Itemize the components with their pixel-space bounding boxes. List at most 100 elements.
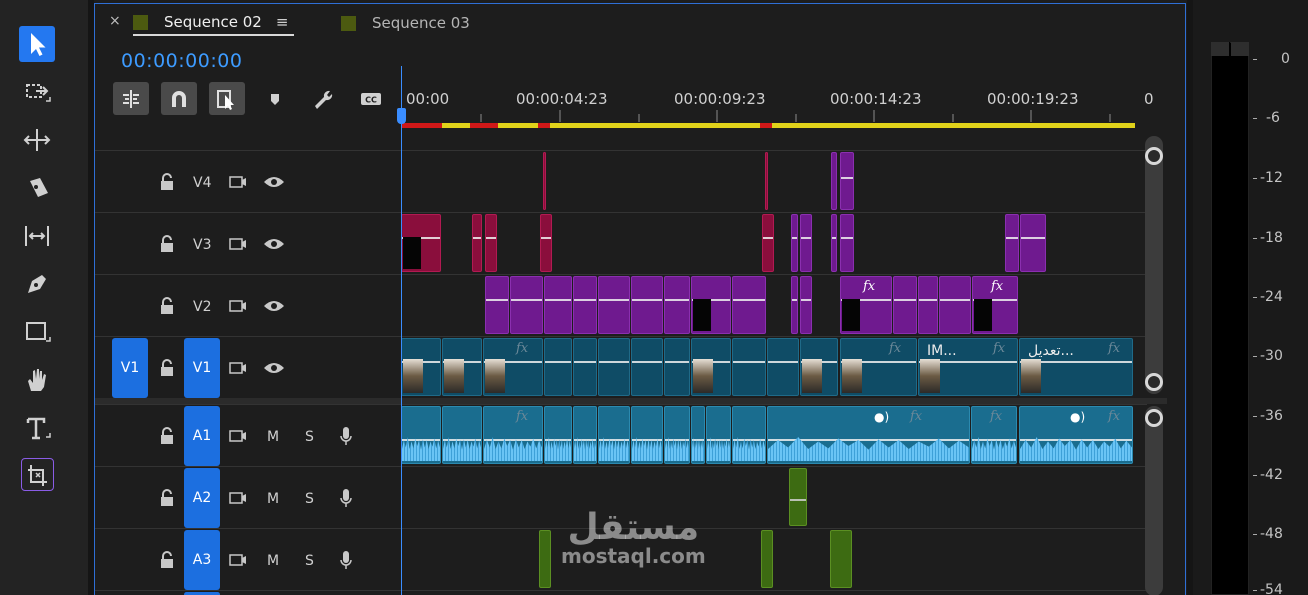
microphone-icon[interactable] xyxy=(339,488,353,508)
lock-icon[interactable] xyxy=(159,426,175,445)
hand-tool-icon[interactable] xyxy=(19,362,55,398)
scrollbar-handle-top[interactable] xyxy=(1145,409,1163,427)
insert-as-nest-button[interactable] xyxy=(113,82,149,115)
sync-lock-icon[interactable] xyxy=(229,299,247,313)
clip-v1[interactable] xyxy=(598,338,630,396)
eye-icon[interactable] xyxy=(263,361,285,375)
clip-v2[interactable] xyxy=(791,276,798,334)
clip-v2[interactable]: fx xyxy=(840,276,892,334)
clip-a1[interactable] xyxy=(664,406,690,464)
solo-button[interactable]: S xyxy=(305,429,314,445)
clip-v3[interactable] xyxy=(840,214,854,272)
clip-v1[interactable]: fx xyxy=(840,338,917,396)
solo-button[interactable]: S xyxy=(305,491,314,507)
clip-v3[interactable] xyxy=(485,214,497,272)
lock-icon[interactable] xyxy=(159,488,175,507)
track-target-v1[interactable]: V1 xyxy=(184,338,220,398)
mute-button[interactable]: M xyxy=(267,553,279,569)
clip-v1[interactable] xyxy=(573,338,597,396)
clip-v3[interactable] xyxy=(762,214,774,272)
clip-a3[interactable] xyxy=(761,530,773,588)
source-patch-v1[interactable]: V1 xyxy=(112,338,148,398)
clip-v2[interactable] xyxy=(510,276,543,334)
clip-a1[interactable] xyxy=(732,406,766,464)
type-tool-icon[interactable] xyxy=(19,410,55,446)
lock-icon[interactable] xyxy=(159,296,175,315)
clip-v1[interactable] xyxy=(732,338,766,396)
lock-icon[interactable] xyxy=(159,358,175,377)
clip-a3[interactable] xyxy=(539,530,551,588)
clip-v4[interactable] xyxy=(765,152,768,210)
clip-v2[interactable] xyxy=(664,276,690,334)
clip-a1[interactable]: fx ●) xyxy=(767,406,970,464)
clip-a1[interactable]: fx xyxy=(971,406,1017,464)
sync-lock-icon[interactable] xyxy=(229,553,247,567)
clip-a1[interactable] xyxy=(401,406,441,464)
clip-v2[interactable] xyxy=(939,276,971,334)
clip-v1[interactable] xyxy=(401,338,441,396)
selection-tool-icon[interactable] xyxy=(19,26,55,62)
clip-v3[interactable] xyxy=(791,214,798,272)
clip-v1[interactable] xyxy=(544,338,572,396)
clip-v1[interactable] xyxy=(442,338,482,396)
clip-a2[interactable] xyxy=(789,468,807,526)
track-target-a2[interactable]: A2 xyxy=(184,468,220,528)
clip-v3[interactable] xyxy=(472,214,482,272)
linked-selection-button[interactable] xyxy=(209,82,245,115)
clip-v3[interactable] xyxy=(1005,214,1019,272)
clip-a1[interactable] xyxy=(631,406,663,464)
eye-icon[interactable] xyxy=(263,299,285,313)
clip-v3[interactable] xyxy=(540,214,552,272)
clip-a1[interactable] xyxy=(544,406,572,464)
work-area-bar[interactable] xyxy=(402,123,1135,128)
lock-icon[interactable] xyxy=(159,550,175,569)
lock-icon[interactable] xyxy=(159,172,175,191)
clip-v2[interactable] xyxy=(918,276,938,334)
clip-a1[interactable] xyxy=(691,406,705,464)
clip-v2[interactable] xyxy=(598,276,630,334)
clip-a3[interactable] xyxy=(830,530,852,588)
microphone-icon[interactable] xyxy=(339,550,353,570)
clip-v1[interactable] xyxy=(800,338,838,396)
sync-lock-icon[interactable] xyxy=(229,175,247,189)
playhead-handle[interactable] xyxy=(397,108,406,124)
slip-tool-icon[interactable] xyxy=(19,218,55,254)
remix-tool-icon[interactable] xyxy=(21,458,54,491)
clip-v2[interactable] xyxy=(544,276,572,334)
timeline-settings-button[interactable] xyxy=(305,82,341,115)
track-select-forward-tool-icon[interactable] xyxy=(19,74,55,110)
clip-a1[interactable] xyxy=(706,406,731,464)
video-tracks-scrollbar[interactable] xyxy=(1145,136,1163,394)
solo-button[interactable]: S xyxy=(305,553,314,569)
clip-v2[interactable] xyxy=(691,276,731,334)
clip-a1[interactable] xyxy=(442,406,482,464)
lock-icon[interactable] xyxy=(159,234,175,253)
snap-button[interactable] xyxy=(161,82,197,115)
eye-icon[interactable] xyxy=(263,175,285,189)
clip-v4[interactable] xyxy=(831,152,837,210)
scrollbar-handle-bottom[interactable] xyxy=(1145,373,1163,391)
clip-v2[interactable]: fx xyxy=(972,276,1018,334)
clip-v2[interactable] xyxy=(800,276,812,334)
clip-a1[interactable] xyxy=(573,406,597,464)
clip-v3[interactable] xyxy=(800,214,812,272)
pen-tool-icon[interactable] xyxy=(19,266,55,302)
clip-v2[interactable] xyxy=(893,276,917,334)
clip-v3[interactable] xyxy=(1020,214,1046,272)
sync-lock-icon[interactable] xyxy=(229,429,247,443)
ripple-edit-tool-icon[interactable] xyxy=(19,122,55,158)
time-ruler[interactable] xyxy=(402,88,1135,128)
playhead-timecode[interactable]: 00:00:00:00 xyxy=(121,50,242,72)
clip-a1[interactable]: fx xyxy=(483,406,543,464)
audio-tracks-scrollbar[interactable] xyxy=(1145,406,1163,595)
clip-v2[interactable] xyxy=(732,276,766,334)
clip-v1[interactable]: fx xyxy=(483,338,543,396)
add-marker-button[interactable] xyxy=(257,82,293,115)
clip-v3[interactable] xyxy=(831,214,837,272)
microphone-icon[interactable] xyxy=(339,426,353,446)
clip-v4[interactable] xyxy=(840,152,854,210)
sync-lock-icon[interactable] xyxy=(229,361,247,375)
clip-a1[interactable]: fx ●) xyxy=(1019,406,1133,464)
close-tab-icon[interactable]: × xyxy=(109,13,121,29)
razor-tool-icon[interactable] xyxy=(19,170,55,206)
